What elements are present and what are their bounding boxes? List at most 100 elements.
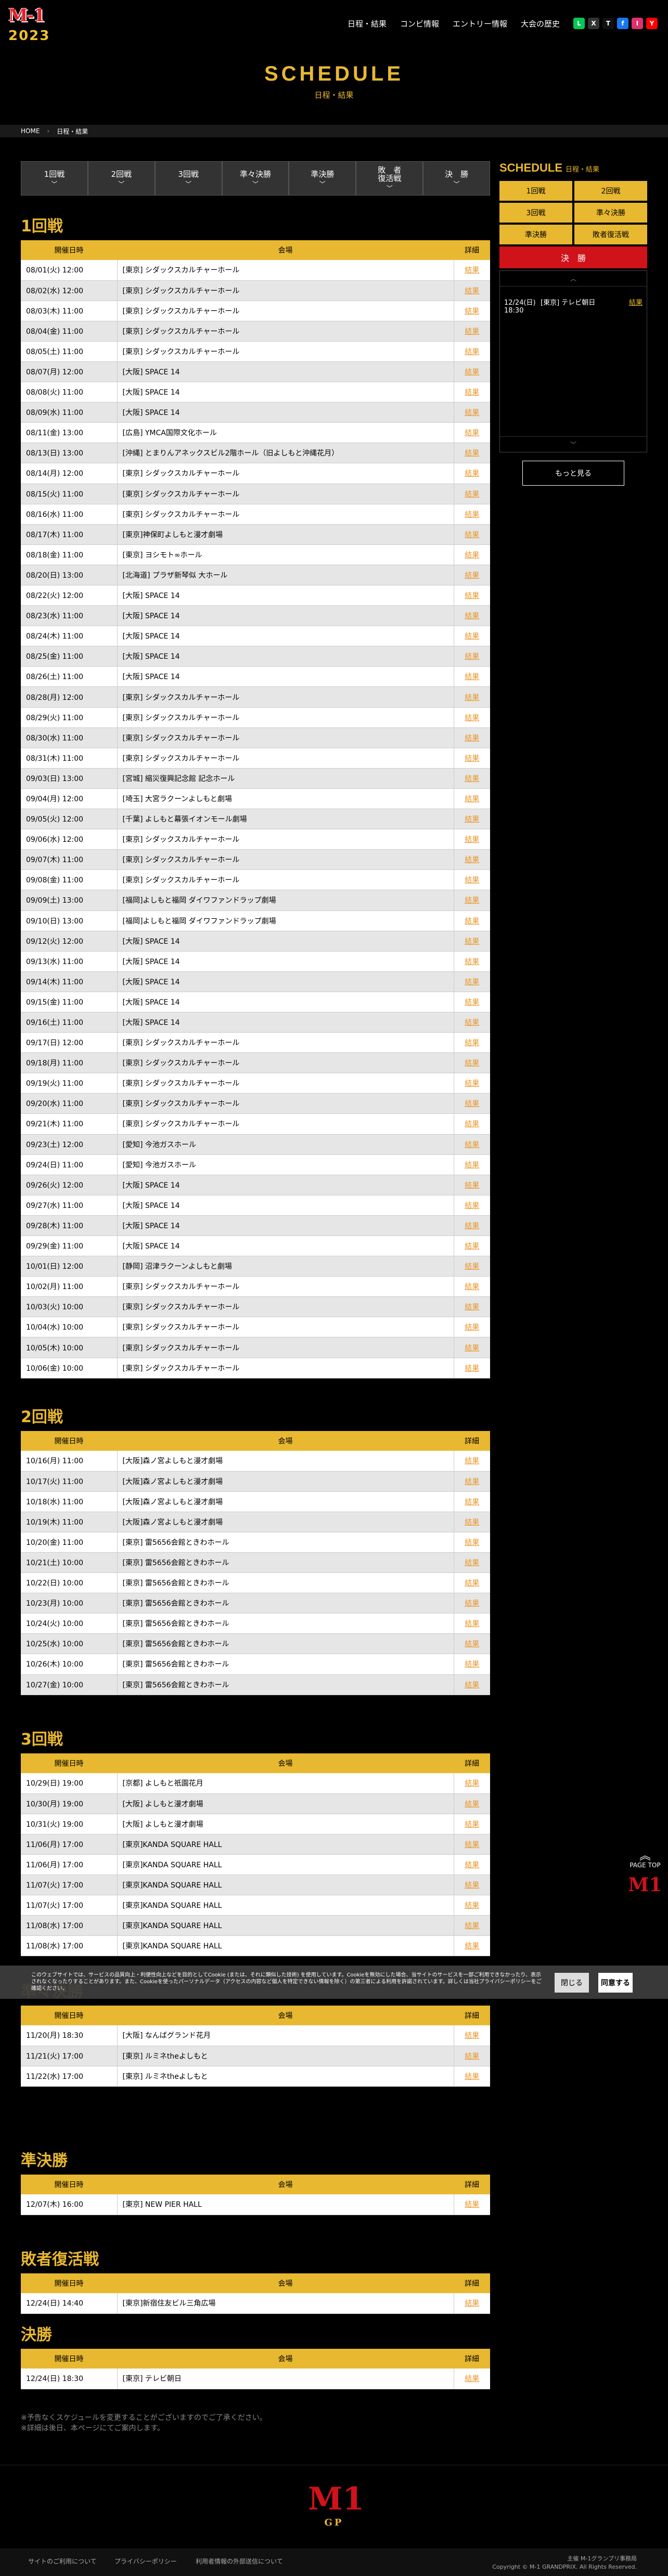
sidebar-schedule-list[interactable]: ︿ 12/24(日) 18:30 [東京] テレビ朝日 結果 ﹀ bbox=[499, 270, 647, 452]
sidebar-round-button[interactable]: 準決勝 bbox=[499, 225, 572, 244]
result-link[interactable]: 結果 bbox=[453, 1674, 490, 1695]
sidebar-round-button[interactable]: 1回戦 bbox=[499, 181, 572, 201]
result-link[interactable]: 結果 bbox=[453, 1451, 490, 1472]
result-link[interactable]: 結果 bbox=[453, 544, 490, 565]
result-link[interactable]: 結果 bbox=[453, 1235, 490, 1257]
result-link[interactable]: 結果 bbox=[453, 1814, 490, 1835]
result-link[interactable]: 結果 bbox=[453, 605, 490, 627]
result-link[interactable]: 結果 bbox=[453, 1895, 490, 1916]
result-link[interactable]: 結果 bbox=[453, 2293, 490, 2314]
sidebar-final-button[interactable]: 決 勝 bbox=[499, 246, 647, 268]
facebook-icon[interactable]: f bbox=[617, 18, 628, 29]
result-link[interactable]: 結果 bbox=[453, 646, 490, 667]
result-link[interactable]: 結果 bbox=[453, 2025, 490, 2046]
chevron-down-icon[interactable]: ﹀ bbox=[500, 436, 647, 452]
result-link[interactable]: 結果 bbox=[453, 1073, 490, 1094]
result-link[interactable]: 結果 bbox=[453, 2066, 490, 2087]
site-logo[interactable]: M-1 2023 bbox=[8, 5, 71, 44]
result-link[interactable]: 結果 bbox=[453, 361, 490, 383]
result-link[interactable]: 結果 bbox=[453, 829, 490, 850]
result-link[interactable]: 結果 bbox=[453, 585, 490, 606]
sidebar-entry-result-link[interactable]: 結果 bbox=[629, 297, 643, 315]
result-link[interactable]: 結果 bbox=[453, 1337, 490, 1358]
result-link[interactable]: 結果 bbox=[453, 788, 490, 810]
result-link[interactable]: 結果 bbox=[453, 382, 490, 403]
cookie-decline-button[interactable]: 閉じる bbox=[555, 1973, 589, 1993]
result-link[interactable]: 結果 bbox=[453, 443, 490, 464]
sidebar-round-button[interactable]: 2回戦 bbox=[574, 181, 647, 201]
result-link[interactable]: 結果 bbox=[453, 484, 490, 504]
footer-link-external[interactable]: 利用者情報の外部送信について bbox=[196, 2557, 283, 2566]
nav-item[interactable]: 大会の歴史 bbox=[521, 18, 560, 29]
sidebar-round-button[interactable]: 準々決勝 bbox=[574, 203, 647, 223]
result-link[interactable]: 結果 bbox=[453, 1093, 490, 1114]
x-icon[interactable]: X bbox=[588, 18, 599, 29]
result-link[interactable]: 結果 bbox=[453, 1317, 490, 1338]
instagram-icon[interactable]: I bbox=[632, 18, 643, 29]
footer-logo[interactable]: M1 GP bbox=[308, 2481, 364, 2538]
result-link[interactable]: 結果 bbox=[453, 1572, 490, 1594]
more-button[interactable]: もっと見る bbox=[522, 461, 624, 486]
result-link[interactable]: 結果 bbox=[453, 1532, 490, 1553]
result-link[interactable]: 結果 bbox=[453, 1012, 490, 1033]
result-link[interactable]: 結果 bbox=[453, 1854, 490, 1875]
result-link[interactable]: 結果 bbox=[453, 1052, 490, 1074]
nav-item[interactable]: エントリー情報 bbox=[453, 18, 507, 29]
result-link[interactable]: 結果 bbox=[453, 1175, 490, 1195]
result-link[interactable]: 結果 bbox=[453, 910, 490, 931]
result-link[interactable]: 結果 bbox=[453, 1654, 490, 1675]
result-link[interactable]: 結果 bbox=[453, 1793, 490, 1814]
line-icon[interactable]: L bbox=[573, 18, 585, 29]
result-link[interactable]: 結果 bbox=[453, 524, 490, 545]
result-link[interactable]: 結果 bbox=[453, 1113, 490, 1135]
tiktok-icon[interactable]: T bbox=[602, 18, 614, 29]
result-link[interactable]: 結果 bbox=[453, 2194, 490, 2215]
breadcrumb-home[interactable]: HOME bbox=[21, 127, 40, 135]
footer-link-privacy[interactable]: プライバシーポリシー bbox=[114, 2557, 177, 2566]
result-link[interactable]: 結果 bbox=[453, 1276, 490, 1297]
result-link[interactable]: 結果 bbox=[453, 707, 490, 728]
result-link[interactable]: 結果 bbox=[453, 2046, 490, 2066]
result-link[interactable]: 結果 bbox=[453, 666, 490, 687]
result-link[interactable]: 結果 bbox=[453, 2369, 490, 2389]
result-link[interactable]: 結果 bbox=[453, 504, 490, 525]
result-link[interactable]: 結果 bbox=[453, 1613, 490, 1634]
result-link[interactable]: 結果 bbox=[453, 809, 490, 830]
page-top-button[interactable]: ︽ PAGE TOP M1 bbox=[624, 1851, 666, 1896]
result-link[interactable]: 結果 bbox=[453, 869, 490, 891]
tab-round[interactable]: 2回戦 ﹀ bbox=[87, 161, 155, 196]
result-link[interactable]: 結果 bbox=[453, 951, 490, 972]
result-link[interactable]: 結果 bbox=[453, 1195, 490, 1216]
result-link[interactable]: 結果 bbox=[453, 565, 490, 586]
result-link[interactable]: 結果 bbox=[453, 1512, 490, 1532]
result-link[interactable]: 結果 bbox=[453, 1875, 490, 1896]
result-link[interactable]: 結果 bbox=[453, 890, 490, 911]
result-link[interactable]: 結果 bbox=[453, 321, 490, 342]
result-link[interactable]: 結果 bbox=[453, 931, 490, 952]
tab-round[interactable]: 1回戦 ﹀ bbox=[21, 161, 88, 196]
result-link[interactable]: 結果 bbox=[453, 1134, 490, 1155]
result-link[interactable]: 結果 bbox=[453, 260, 490, 281]
tab-round[interactable]: 決 勝 ﹀ bbox=[423, 161, 491, 196]
nav-item[interactable]: 日程・結果 bbox=[348, 18, 387, 29]
youtube-icon[interactable]: Y bbox=[646, 18, 658, 29]
result-link[interactable]: 結果 bbox=[453, 768, 490, 789]
result-link[interactable]: 結果 bbox=[453, 301, 490, 321]
result-link[interactable]: 結果 bbox=[453, 402, 490, 423]
footer-link-terms[interactable]: サイトのご利用について bbox=[28, 2557, 97, 2566]
tab-round[interactable]: 敗 者 復活戦 ﹀ bbox=[356, 161, 423, 196]
result-link[interactable]: 結果 bbox=[453, 1935, 490, 1957]
result-link[interactable]: 結果 bbox=[453, 1633, 490, 1655]
result-link[interactable]: 結果 bbox=[453, 1032, 490, 1053]
result-link[interactable]: 結果 bbox=[453, 341, 490, 362]
result-link[interactable]: 結果 bbox=[453, 1593, 490, 1614]
result-link[interactable]: 結果 bbox=[453, 1491, 490, 1512]
sidebar-round-button[interactable]: 敗者復活戦 bbox=[574, 225, 647, 244]
result-link[interactable]: 結果 bbox=[453, 280, 490, 301]
result-link[interactable]: 結果 bbox=[453, 1215, 490, 1237]
result-link[interactable]: 結果 bbox=[453, 1834, 490, 1855]
result-link[interactable]: 結果 bbox=[453, 1358, 490, 1378]
result-link[interactable]: 結果 bbox=[453, 1915, 490, 1936]
result-link[interactable]: 結果 bbox=[453, 1256, 490, 1277]
result-link[interactable]: 結果 bbox=[453, 971, 490, 992]
